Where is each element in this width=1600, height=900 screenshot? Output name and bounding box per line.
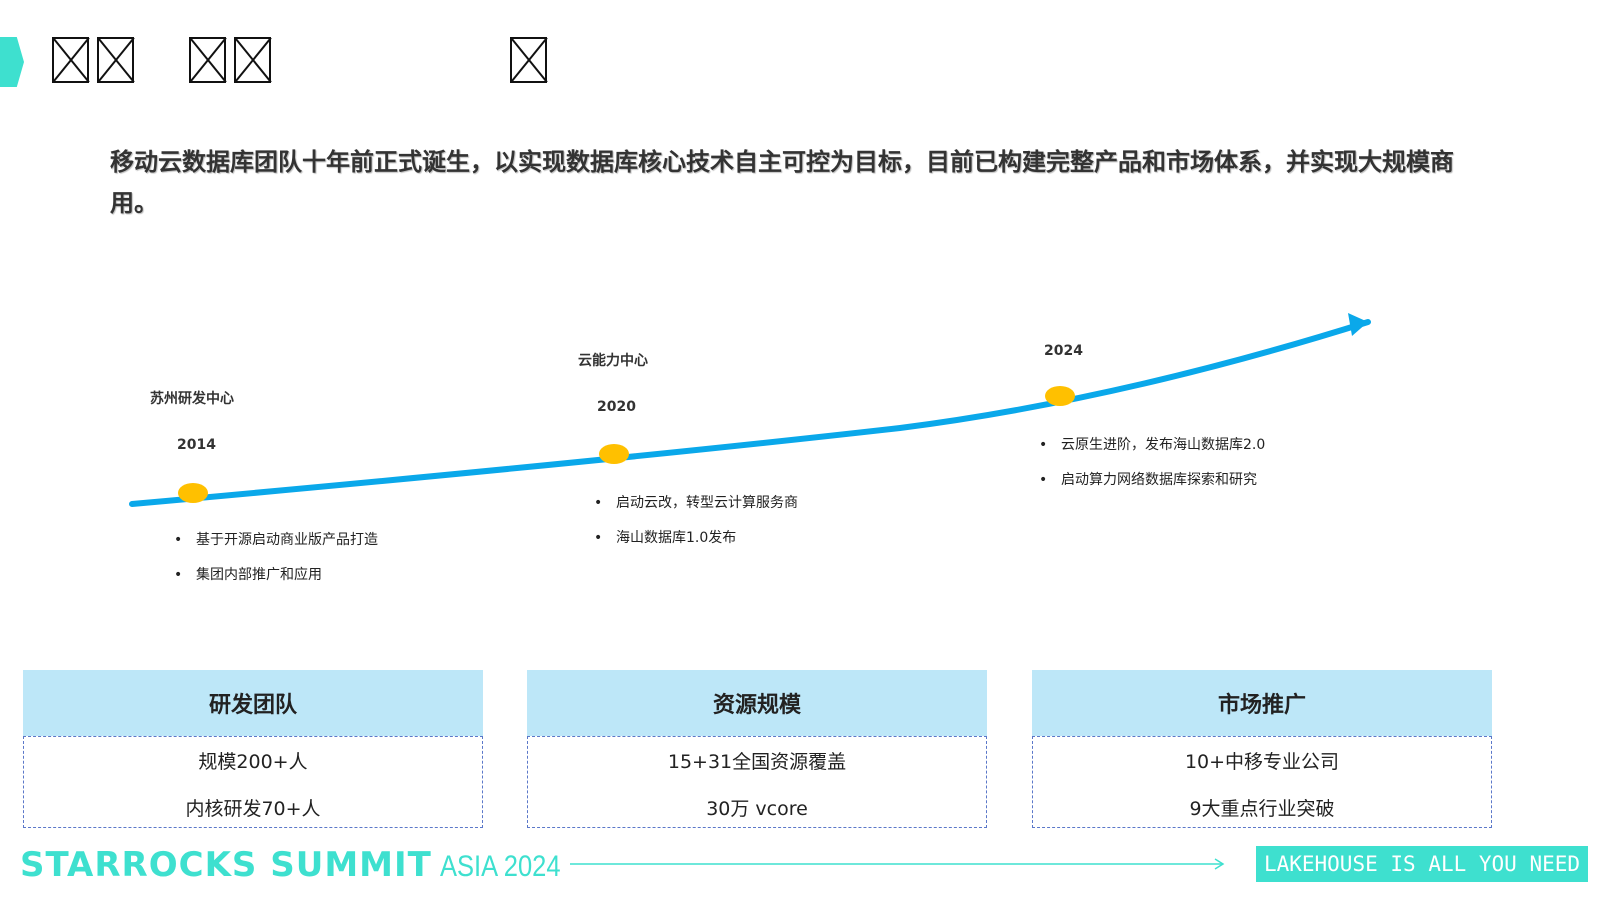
list-item: 集团内部推广和应用 (174, 565, 378, 600)
milestone-year-2020: 2020 (597, 399, 636, 415)
milestone-bullets-2020: 启动云改，转型云计算服务商 海山数据库1.0发布 (594, 493, 798, 563)
milestone-label-2020: 云能力中心 (578, 353, 648, 369)
milestone-label-2014: 苏州研发中心 (150, 391, 234, 407)
card-resource-scale: 资源规模 15+31全国资源覆盖 30万 vcore (527, 670, 987, 828)
card-rd-team: 研发团队 规模200+人 内核研发70+人 (23, 670, 483, 828)
card-line-1: 15+31全国资源覆盖 (667, 751, 847, 773)
card-title: 市场推广 (1032, 670, 1492, 736)
card-title: 研发团队 (23, 670, 483, 736)
card-body: 规模200+人 内核研发70+人 (23, 736, 483, 828)
card-title: 资源规模 (527, 670, 987, 736)
milestone-dot-2024 (1045, 386, 1075, 406)
milestone-bullets-2024: 云原生进阶，发布海山数据库2.0 启动算力网络数据库探索和研究 (1039, 435, 1265, 505)
footer-arrow-line (570, 858, 1225, 870)
card-body: 15+31全国资源覆盖 30万 vcore (527, 736, 987, 828)
milestone-dot-2014 (178, 483, 208, 503)
list-item: 海山数据库1.0发布 (594, 528, 798, 563)
card-line-1: 10+中移专业公司 (1184, 751, 1340, 773)
card-market-promotion: 市场推广 10+中移专业公司 9大重点行业突破 (1032, 670, 1492, 828)
timeline-arrow-head (1348, 313, 1368, 336)
milestone-year-2024: 2024 (1044, 343, 1083, 359)
card-line-2: 30万 vcore (706, 798, 808, 820)
card-body: 10+中移专业公司 9大重点行业突破 (1032, 736, 1492, 828)
footer-event: ASIA 2024 (440, 850, 561, 883)
milestone-bullets-2014: 基于开源启动商业版产品打造 集团内部推广和应用 (174, 530, 378, 600)
card-line-1: 规模200+人 (198, 751, 308, 773)
card-line-2: 内核研发70+人 (185, 798, 321, 820)
list-item: 基于开源启动商业版产品打造 (174, 530, 378, 565)
footer-tagline: LAKEHOUSE IS ALL YOU NEED (1256, 846, 1588, 882)
list-item: 启动云改，转型云计算服务商 (594, 493, 798, 528)
card-line-2: 9大重点行业突破 (1189, 798, 1335, 820)
milestone-dot-2020 (599, 444, 629, 464)
list-item: 启动算力网络数据库探索和研究 (1039, 470, 1265, 505)
footer-brand: STARROCKS SUMMIT (20, 845, 432, 885)
list-item: 云原生进阶，发布海山数据库2.0 (1039, 435, 1265, 470)
milestone-year-2014: 2014 (177, 437, 216, 453)
